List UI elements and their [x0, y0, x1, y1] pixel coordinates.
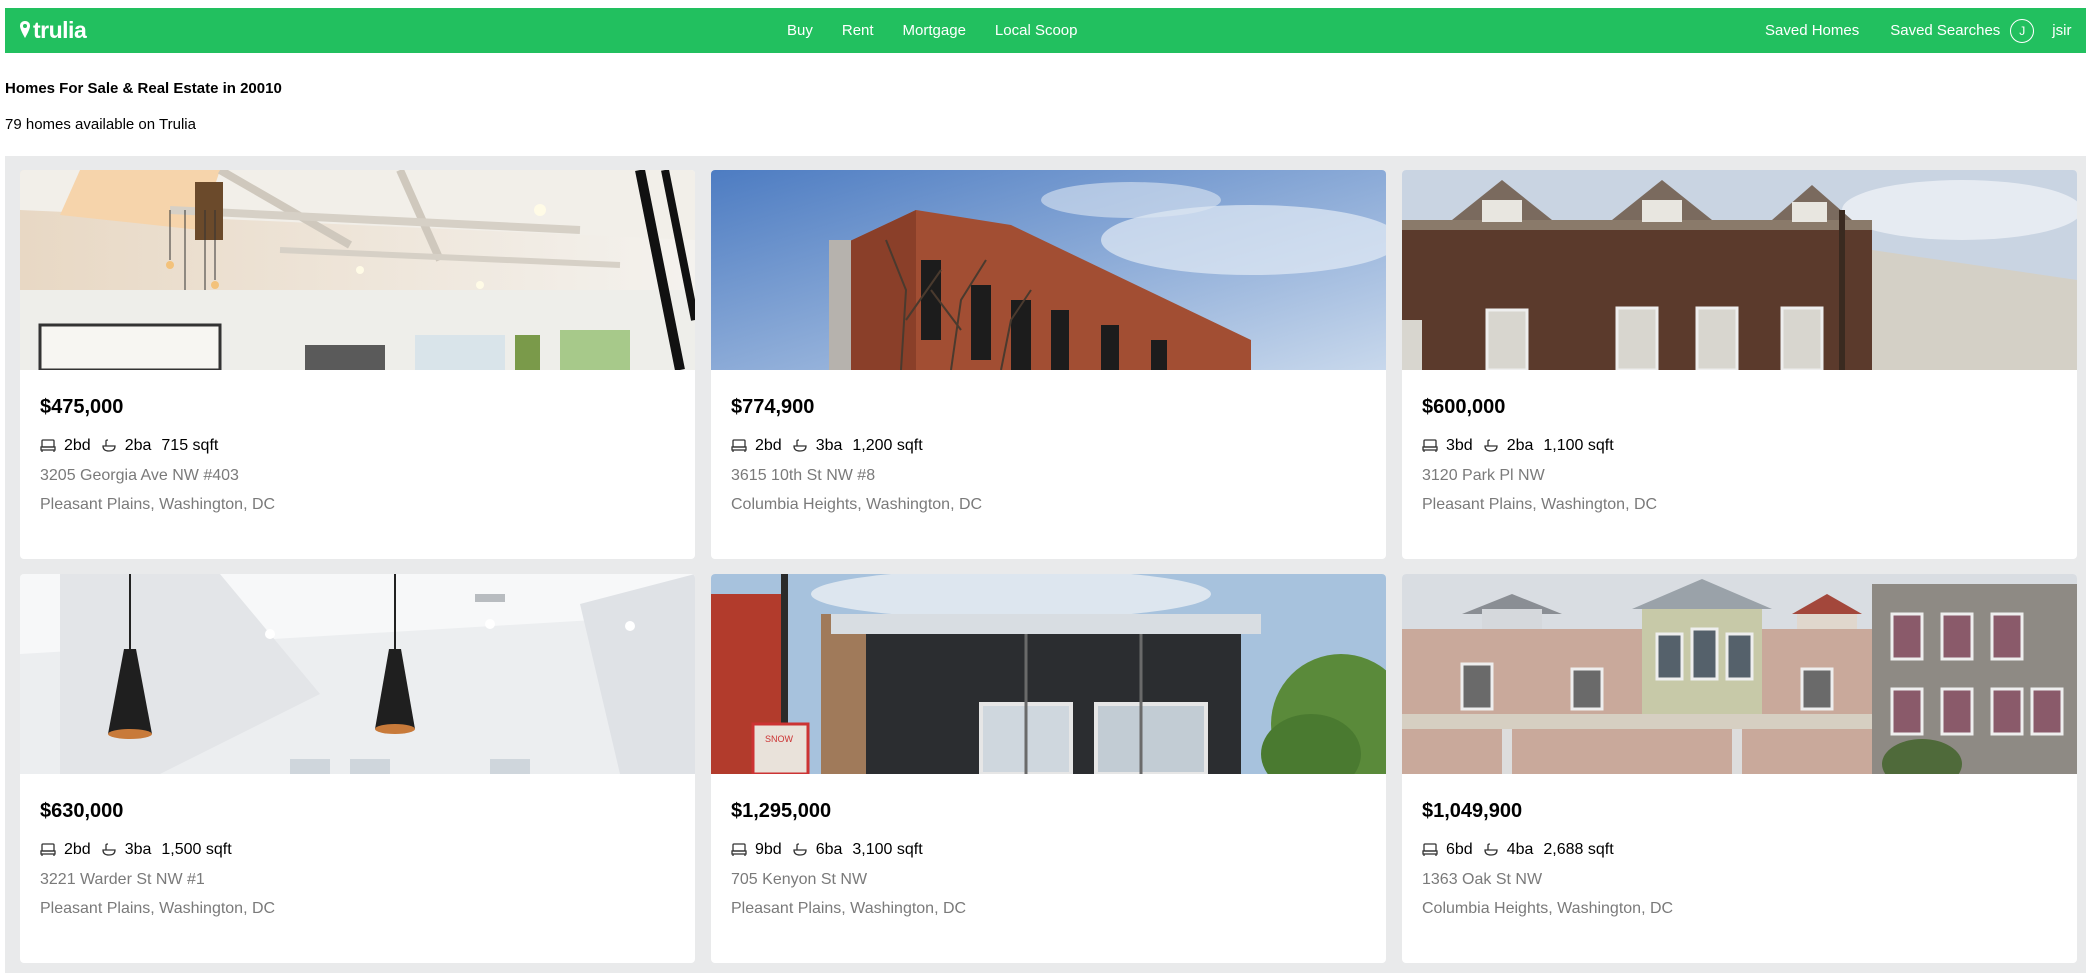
listing-neighborhood: Pleasant Plains, Washington, DC [731, 900, 967, 917]
listing-address[interactable]: 3221 Warder St NW #1 [40, 871, 275, 889]
saved-searches-link[interactable]: Saved Searches [1890, 22, 2000, 39]
page-title: Homes For Sale & Real Estate in 20010 [5, 80, 282, 97]
bathtub-icon [101, 439, 117, 453]
listing-address[interactable]: 3205 Georgia Ave NW #403 [40, 467, 275, 485]
listing-address[interactable]: 3615 10th St NW #8 [731, 467, 982, 485]
bathtub-icon [101, 843, 117, 857]
bed-icon [1422, 843, 1438, 857]
logo-text: trulia [33, 16, 87, 43]
saved-homes-link[interactable]: Saved Homes [1765, 22, 1859, 39]
bathtub-icon [792, 843, 808, 857]
listing-info: $630,000 2bd 3ba 1,500 sqft 3221 Warder … [40, 800, 275, 918]
listing-card[interactable]: $1,049,900 6bd 4ba 2,688 sqft 1363 Oak S… [1402, 574, 2077, 963]
sqft-value: 715 sqft [161, 437, 219, 454]
sqft-value: 3,100 sqft [852, 841, 923, 858]
listing-neighborhood: Pleasant Plains, Washington, DC [40, 900, 276, 917]
results-count: 79 homes available on Trulia [5, 116, 196, 133]
listing-specs: 2bd 3ba 1,200 sqft [731, 437, 982, 455]
listing-specs: 3bd 2ba 1,100 sqft [1422, 437, 1657, 455]
listing-address[interactable]: 3120 Park Pl NW [1422, 467, 1657, 485]
listing-info: $1,295,000 9bd 6ba 3,100 sqft 705 Kenyon… [731, 800, 966, 918]
nav-buy-link[interactable]: Buy [787, 22, 813, 39]
sqft-value: 1,200 sqft [852, 437, 923, 454]
bathtub-icon [1483, 843, 1499, 857]
nav-local-scoop-link[interactable]: Local Scoop [995, 22, 1078, 39]
sqft-value: 1,100 sqft [1543, 437, 1614, 454]
listing-price: $1,295,000 [731, 800, 832, 822]
listing-address[interactable]: 705 Kenyon St NW [731, 871, 966, 889]
nav-rent-link[interactable]: Rent [842, 22, 874, 39]
listing-neighborhood: Columbia Heights, Washington, DC [731, 496, 983, 513]
username-label[interactable]: jsir [2052, 22, 2071, 39]
listing-grid: $475,000 2bd 2ba 715 sqft 3205 Georgia A… [20, 170, 2077, 963]
listing-specs: 2bd 2ba 715 sqft [40, 437, 275, 455]
listing-info: $1,049,900 6bd 4ba 2,688 sqft 1363 Oak S… [1422, 800, 1673, 918]
svg-text:SNOW: SNOW [765, 734, 794, 744]
listing-card[interactable]: $630,000 2bd 3ba 1,500 sqft 3221 Warder … [20, 574, 695, 963]
listing-specs: 2bd 3ba 1,500 sqft [40, 841, 275, 859]
listing-price: $630,000 [40, 800, 124, 822]
bed-icon [40, 439, 56, 453]
nav-mortgage-link[interactable]: Mortgage [903, 22, 966, 39]
top-navigation-bar: trulia Buy Rent Mortgage Local Scoop Sav… [5, 8, 2086, 53]
listing-card[interactable]: SNOW $1,295,000 9bd 6ba 3,100 sqft 705 K… [711, 574, 1386, 963]
listing-specs: 6bd 4ba 2,688 sqft [1422, 841, 1673, 859]
beds-count: 9bd [755, 841, 782, 858]
beds-count: 2bd [64, 437, 91, 454]
listing-card[interactable]: $774,900 2bd 3ba 1,200 sqft 3615 10th St… [711, 170, 1386, 559]
listing-info: $774,900 2bd 3ba 1,200 sqft 3615 10th St… [731, 396, 982, 514]
baths-count: 2ba [124, 437, 152, 454]
listing-neighborhood: Columbia Heights, Washington, DC [1422, 900, 1674, 917]
bed-icon [1422, 439, 1438, 453]
main-nav: Buy Rent Mortgage Local Scoop [787, 8, 1106, 53]
beds-count: 2bd [755, 437, 782, 454]
beds-count: 2bd [64, 841, 91, 858]
sqft-value: 2,688 sqft [1543, 841, 1614, 858]
baths-count: 3ba [124, 841, 152, 858]
bed-icon [731, 843, 747, 857]
listing-card[interactable]: $475,000 2bd 2ba 715 sqft 3205 Georgia A… [20, 170, 695, 559]
trulia-logo[interactable]: trulia [19, 16, 87, 43]
baths-count: 2ba [1506, 437, 1534, 454]
listing-photo[interactable] [1402, 170, 2077, 370]
listing-price: $1,049,900 [1422, 800, 1523, 822]
listing-neighborhood: Pleasant Plains, Washington, DC [1422, 496, 1658, 513]
listing-price: $600,000 [1422, 396, 1506, 418]
bed-icon [40, 843, 56, 857]
baths-count: 4ba [1506, 841, 1534, 858]
listing-photo[interactable] [20, 574, 695, 774]
baths-count: 3ba [815, 437, 843, 454]
beds-count: 3bd [1446, 437, 1473, 454]
listing-photo[interactable] [711, 170, 1386, 370]
listing-photo[interactable]: SNOW [711, 574, 1386, 774]
avatar-initial: J [2019, 23, 2026, 38]
bed-icon [731, 439, 747, 453]
map-pin-icon [20, 21, 30, 38]
sqft-value: 1,500 sqft [161, 841, 232, 858]
listing-price: $774,900 [731, 396, 815, 418]
listing-photo[interactable] [1402, 574, 2077, 774]
results-panel: $475,000 2bd 2ba 715 sqft 3205 Georgia A… [5, 156, 2086, 973]
listing-photo[interactable] [20, 170, 695, 370]
listing-card[interactable]: $600,000 3bd 2ba 1,100 sqft 3120 Park Pl… [1402, 170, 2077, 559]
user-nav: Saved Homes Saved Searches J jsir [1765, 8, 2071, 53]
listing-info: $475,000 2bd 2ba 715 sqft 3205 Georgia A… [40, 396, 275, 514]
beds-count: 6bd [1446, 841, 1473, 858]
listing-address[interactable]: 1363 Oak St NW [1422, 871, 1673, 889]
user-avatar[interactable]: J [2010, 18, 2035, 43]
bathtub-icon [792, 439, 808, 453]
listing-neighborhood: Pleasant Plains, Washington, DC [40, 496, 276, 513]
bathtub-icon [1483, 439, 1499, 453]
baths-count: 6ba [815, 841, 843, 858]
listing-specs: 9bd 6ba 3,100 sqft [731, 841, 966, 859]
listing-info: $600,000 3bd 2ba 1,100 sqft 3120 Park Pl… [1422, 396, 1657, 514]
listing-price: $475,000 [40, 396, 124, 418]
